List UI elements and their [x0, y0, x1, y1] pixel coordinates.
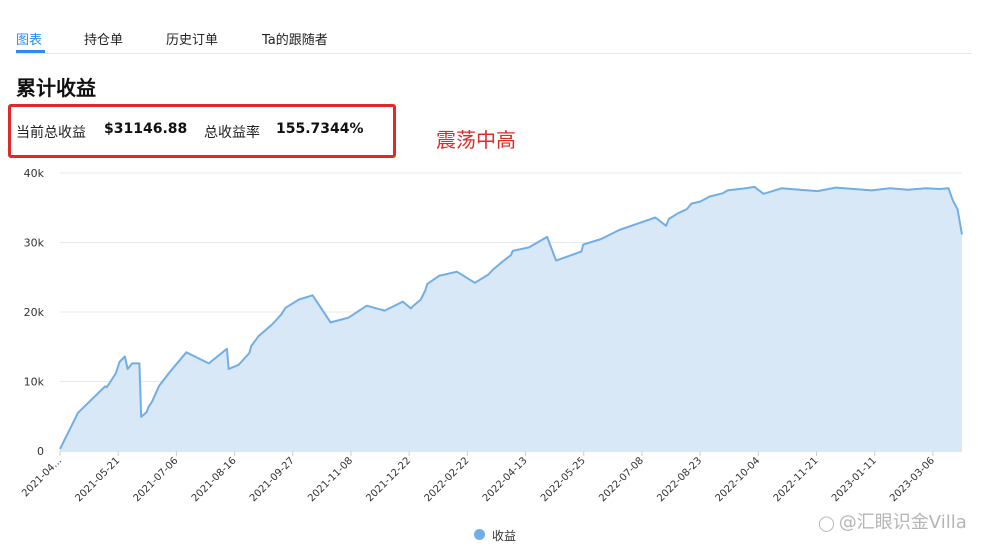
series-area: [60, 186, 962, 451]
return-rate-value: 155.7344%: [276, 121, 364, 137]
chart-canvas: 0 10k 20k 30k 40k 2021-04... 2021-05-21 2021-07…: [20, 167, 963, 504]
x-tick-label: 2021-11-08: [306, 455, 355, 504]
tab-chart[interactable]: 图表: [16, 29, 42, 48]
tab-divider: [16, 53, 972, 54]
x-tick-label: 2021-04...: [20, 455, 64, 499]
tab-positions[interactable]: 持仓单: [84, 29, 123, 48]
x-tick-label: 2022-04-13: [481, 455, 530, 504]
y-tick-label: 40k: [24, 167, 45, 180]
y-tick-label: 30k: [24, 237, 45, 250]
legend-label: 收益: [492, 529, 517, 543]
current-profit-value: $31146.88: [104, 121, 188, 137]
section-title: 累计收益: [16, 76, 96, 100]
watermark-text: @汇眼识金Villa: [838, 512, 967, 533]
tab-bar: 图表 持仓单 历史订单 Ta的跟随者: [0, 0, 972, 55]
watermark: ◯ @汇眼识金Villa: [818, 508, 967, 534]
x-tick-label: 2022-07-08: [597, 455, 646, 504]
x-tick-label: 2022-02-22: [423, 455, 472, 504]
tab-followers[interactable]: Ta的跟随者: [262, 29, 328, 48]
x-tick-label: 2022-08-23: [655, 455, 704, 504]
x-tick-label: 2021-05-21: [73, 455, 122, 504]
x-tick-label: 2022-11-21: [772, 455, 821, 504]
legend-dot-icon: [474, 529, 485, 540]
x-tick-label: 2021-09-27: [248, 455, 297, 504]
tab-order-history[interactable]: 历史订单: [166, 29, 218, 48]
x-tick-label: 2021-07-06: [132, 455, 181, 504]
x-tick-label: 2021-12-22: [364, 455, 413, 504]
x-tick-label: 2022-10-04: [714, 455, 763, 504]
y-tick-label: 20k: [24, 306, 45, 319]
cumulative-profit-chart: 0 10k 20k 30k 40k 2021-04... 2021-05-21 2021-07…: [0, 160, 990, 554]
x-tick-label: 2022-05-25: [539, 455, 588, 504]
current-profit-label: 当前总收益: [16, 125, 86, 141]
x-tick-label: 2021-08-16: [190, 455, 239, 504]
annotation-text: 震荡中高: [436, 128, 516, 152]
y-tick-label: 0: [37, 445, 44, 458]
y-tick-label: 10k: [24, 376, 45, 389]
x-tick-label: 2023-03-06: [888, 455, 937, 504]
x-tick-label: 2023-01-11: [830, 455, 879, 504]
return-rate-label: 总收益率: [204, 125, 260, 141]
weibo-icon: ◯: [818, 514, 835, 532]
